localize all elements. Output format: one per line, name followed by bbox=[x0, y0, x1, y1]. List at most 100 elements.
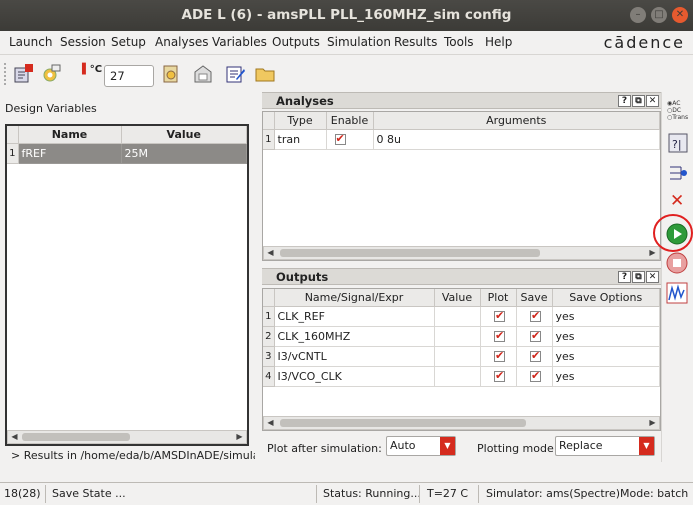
trans-text: Trans bbox=[672, 114, 689, 121]
output-name[interactable]: I3/VCO_CLK bbox=[274, 366, 435, 387]
scroll-left-icon[interactable]: ◀ bbox=[8, 431, 21, 443]
plot-after-label: Plot after simulation: bbox=[267, 442, 382, 455]
menu-help[interactable]: Help bbox=[485, 35, 512, 49]
menu-launch[interactable]: Launch bbox=[9, 35, 52, 49]
variable-value[interactable]: 25M bbox=[121, 143, 247, 164]
save-checkbox[interactable] bbox=[530, 369, 541, 382]
column-header-name: Name bbox=[18, 126, 122, 144]
save-options[interactable]: yes bbox=[552, 346, 660, 367]
scroll-left-icon[interactable]: ◀ bbox=[264, 417, 277, 429]
schematic-icon[interactable] bbox=[13, 63, 35, 85]
save-options[interactable]: yes bbox=[552, 366, 660, 387]
status-separator bbox=[45, 485, 46, 503]
column-header-type: Type bbox=[274, 112, 327, 130]
menu-simulation[interactable]: Simulation bbox=[327, 35, 391, 49]
horizontal-scrollbar[interactable]: ◀ ▶ bbox=[263, 246, 660, 260]
outputs-setup-icon[interactable] bbox=[667, 162, 689, 184]
save-options[interactable]: yes bbox=[552, 326, 660, 347]
setup-icon[interactable] bbox=[160, 63, 182, 85]
run-status: Status: Running... bbox=[323, 487, 421, 500]
float-icon[interactable]: ⧉ bbox=[632, 271, 645, 283]
table-row[interactable]: 4 I3/VCO_CLK yes bbox=[263, 366, 660, 387]
design-variables-title: Design Variables bbox=[5, 102, 97, 115]
output-name[interactable]: CLK_160MHZ bbox=[274, 326, 435, 347]
horizontal-scrollbar[interactable]: ◀ ▶ bbox=[7, 430, 247, 444]
plot-checkbox[interactable] bbox=[494, 369, 505, 382]
status-separator bbox=[419, 485, 420, 503]
table-row[interactable]: 2 CLK_160MHZ yes bbox=[263, 326, 660, 347]
save-checkbox[interactable] bbox=[530, 349, 541, 362]
scroll-right-icon[interactable]: ▶ bbox=[646, 417, 659, 429]
scrollbar-thumb[interactable] bbox=[280, 419, 526, 427]
plotting-mode-select[interactable]: Replace ▼ bbox=[555, 436, 655, 456]
float-icon[interactable]: ⧉ bbox=[632, 95, 645, 107]
enable-checkbox[interactable] bbox=[334, 132, 346, 145]
analyses-panel-header: Analyses ? ⧉ ✕ bbox=[262, 92, 661, 109]
chevron-down-icon: ▼ bbox=[639, 437, 654, 455]
dc-label: ○DC bbox=[667, 107, 682, 114]
plot-outputs-icon[interactable] bbox=[666, 282, 688, 304]
analysis-choice-icon[interactable]: ◉AC ○DC ○Trans bbox=[667, 100, 688, 121]
scroll-left-icon[interactable]: ◀ bbox=[264, 247, 277, 259]
row-number: 2 bbox=[263, 326, 275, 347]
run-icon[interactable] bbox=[666, 223, 688, 245]
save-cell bbox=[516, 306, 553, 327]
table-row[interactable]: 3 I3/vCNTL yes bbox=[263, 346, 660, 367]
close-icon[interactable]: ✕ bbox=[672, 7, 688, 23]
table-row[interactable]: 1 CLK_REF yes bbox=[263, 306, 660, 327]
save-checkbox[interactable] bbox=[530, 309, 541, 322]
scrollbar-thumb[interactable] bbox=[22, 433, 130, 441]
menu-outputs[interactable]: Outputs bbox=[272, 35, 320, 49]
table-row[interactable]: 1 tran 0 8u bbox=[263, 129, 660, 150]
settings-icon[interactable] bbox=[40, 63, 62, 85]
temperature-input[interactable]: 27 bbox=[104, 65, 154, 87]
menu-session[interactable]: Session bbox=[60, 35, 106, 49]
save-cell bbox=[516, 366, 553, 387]
plotting-mode-label: Plotting mode: bbox=[477, 442, 558, 455]
save-options[interactable]: yes bbox=[552, 306, 660, 327]
output-value bbox=[434, 306, 481, 327]
menu-analyses[interactable]: Analyses bbox=[155, 35, 209, 49]
plot-checkbox[interactable] bbox=[494, 349, 505, 362]
variable-name[interactable]: fREF bbox=[18, 143, 122, 164]
output-name[interactable]: I3/vCNTL bbox=[274, 346, 435, 367]
edit-icon[interactable] bbox=[224, 63, 246, 85]
menu-tools[interactable]: Tools bbox=[444, 35, 474, 49]
delete-icon[interactable]: ✕ bbox=[670, 191, 684, 211]
plot-cell bbox=[480, 326, 517, 347]
scrollbar-thumb[interactable] bbox=[280, 249, 540, 257]
window-titlebar[interactable]: ADE L (6) - amsPLL PLL_160MHZ_sim config… bbox=[0, 0, 693, 31]
plot-checkbox[interactable] bbox=[494, 329, 505, 342]
toolbar-grip[interactable] bbox=[4, 63, 7, 85]
scroll-right-icon[interactable]: ▶ bbox=[233, 431, 246, 443]
output-name[interactable]: CLK_REF bbox=[274, 306, 435, 327]
ac-text: AC bbox=[672, 100, 681, 107]
load-state-icon[interactable] bbox=[192, 63, 214, 85]
plot-after-select[interactable]: Auto ▼ bbox=[386, 436, 456, 456]
ac-label: ◉AC bbox=[667, 100, 681, 107]
help-icon[interactable]: ? bbox=[618, 95, 631, 107]
maximize-icon[interactable]: □ bbox=[651, 7, 667, 23]
plot-checkbox[interactable] bbox=[494, 309, 505, 322]
table-row[interactable]: 1 fREF 25M bbox=[7, 143, 247, 164]
horizontal-scrollbar[interactable]: ◀ ▶ bbox=[263, 416, 660, 430]
close-panel-icon[interactable]: ✕ bbox=[646, 271, 659, 283]
temperature-status: T=27 C bbox=[427, 487, 469, 500]
minimize-icon[interactable]: – bbox=[630, 7, 646, 23]
outputs-title: Outputs bbox=[276, 270, 329, 284]
open-folder-icon[interactable] bbox=[254, 63, 276, 85]
analysis-type[interactable]: tran bbox=[274, 129, 327, 150]
variables-icon[interactable]: ?| bbox=[667, 132, 689, 154]
menu-results[interactable]: Results bbox=[394, 35, 437, 49]
analysis-arguments[interactable]: 0 8u bbox=[373, 129, 660, 150]
rownum-header bbox=[263, 112, 275, 130]
menu-variables[interactable]: Variables bbox=[212, 35, 267, 49]
save-checkbox[interactable] bbox=[530, 329, 541, 342]
plot-after-value: Auto bbox=[390, 439, 416, 452]
status-counter: 18(28) bbox=[4, 487, 41, 500]
close-panel-icon[interactable]: ✕ bbox=[646, 95, 659, 107]
menu-setup[interactable]: Setup bbox=[111, 35, 146, 49]
plot-cell bbox=[480, 306, 517, 327]
stop-icon[interactable] bbox=[666, 252, 688, 274]
help-icon[interactable]: ? bbox=[618, 271, 631, 283]
